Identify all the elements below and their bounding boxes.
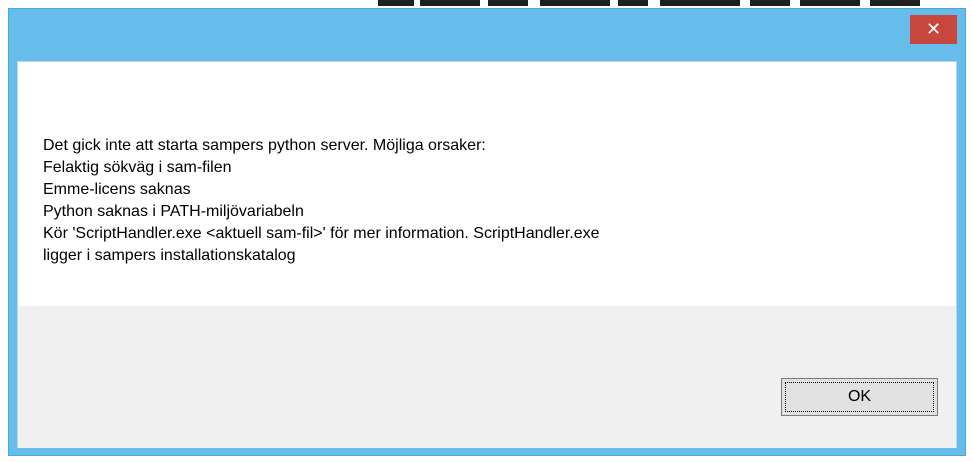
button-area: OK <box>18 306 956 448</box>
message-line: Kör 'ScriptHandler.exe <aktuell sam-fil>… <box>43 225 600 242</box>
message-line: ligger i sampers installationskatalog <box>43 247 296 264</box>
dialog-content: Det gick inte att starta sampers python … <box>17 61 957 448</box>
error-dialog: ✕ Det gick inte att starta sampers pytho… <box>8 8 966 456</box>
error-message: Det gick inte att starta sampers python … <box>43 135 923 267</box>
close-icon: ✕ <box>925 19 942 39</box>
title-bar[interactable]: ✕ <box>9 9 965 61</box>
message-line: Emme-licens saknas <box>43 181 191 198</box>
ok-button[interactable]: OK <box>781 378 938 416</box>
message-line: Felaktig sökväg i sam-filen <box>43 159 232 176</box>
message-line: Python saknas i PATH-miljövariabeln <box>43 203 304 220</box>
close-button[interactable]: ✕ <box>910 15 957 44</box>
message-line: Det gick inte att starta sampers python … <box>43 137 486 154</box>
focus-rectangle <box>785 382 934 412</box>
